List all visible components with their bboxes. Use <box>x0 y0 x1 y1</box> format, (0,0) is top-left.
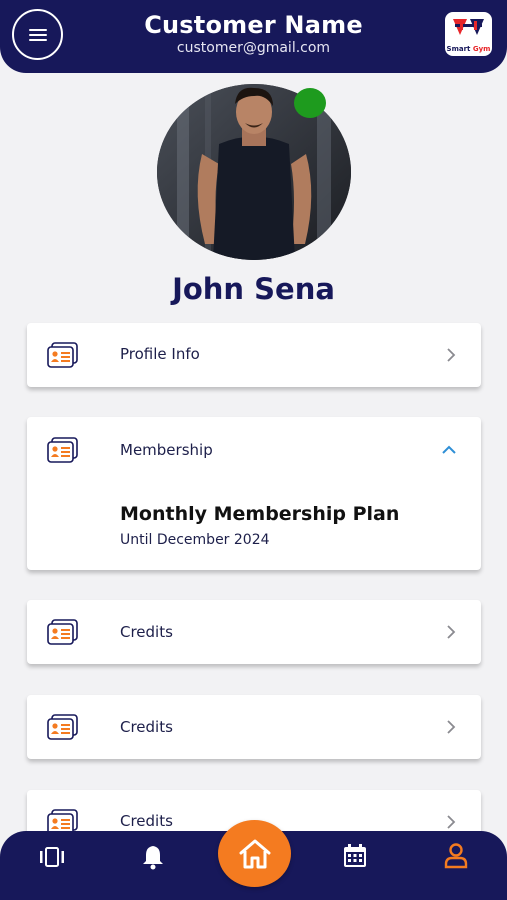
header-email: customer@gmail.com <box>176 40 331 56</box>
online-status-dot <box>294 88 326 118</box>
membership-plan-title: Monthly Membership Plan <box>120 503 400 525</box>
carousel-icon[interactable] <box>39 847 65 867</box>
id-card-icon <box>47 437 78 463</box>
chevron-right-icon[interactable] <box>446 719 456 735</box>
chevron-up-icon[interactable] <box>441 445 457 455</box>
membership-label: Membership <box>120 441 213 459</box>
chevron-right-icon[interactable] <box>446 347 456 363</box>
hamburger-icon <box>28 28 47 41</box>
bell-icon[interactable] <box>142 844 164 870</box>
menu-button[interactable] <box>12 9 63 60</box>
credits-label: Credits <box>120 718 173 736</box>
id-card-icon <box>47 619 78 645</box>
calendar-icon[interactable] <box>343 844 367 868</box>
profile-icon[interactable] <box>444 843 468 869</box>
id-card-icon <box>47 714 78 740</box>
app-header: Customer Name customer@gmail.com Smart G… <box>0 0 507 73</box>
membership-card[interactable]: Membership Monthly Membership Plan Until… <box>27 417 481 570</box>
logo-text: Smart Gym <box>446 45 491 53</box>
smart-gym-logo: Smart Gym <box>445 12 492 56</box>
id-card-icon <box>47 342 78 368</box>
chevron-right-icon[interactable] <box>446 624 456 640</box>
header-title: Customer Name <box>144 11 363 39</box>
membership-plan-until: Until December 2024 <box>120 532 270 548</box>
profile-info-card[interactable]: Profile Info <box>27 323 481 387</box>
credits-card[interactable]: Credits <box>27 695 481 759</box>
credits-card[interactable]: Credits <box>27 600 481 664</box>
profile-info-label: Profile Info <box>120 345 200 363</box>
credits-label: Credits <box>120 623 173 641</box>
user-name: John Sena <box>172 272 335 306</box>
credits-label: Credits <box>120 812 173 830</box>
chevron-right-icon[interactable] <box>446 814 456 830</box>
home-button[interactable] <box>218 820 291 887</box>
home-icon <box>239 839 270 868</box>
